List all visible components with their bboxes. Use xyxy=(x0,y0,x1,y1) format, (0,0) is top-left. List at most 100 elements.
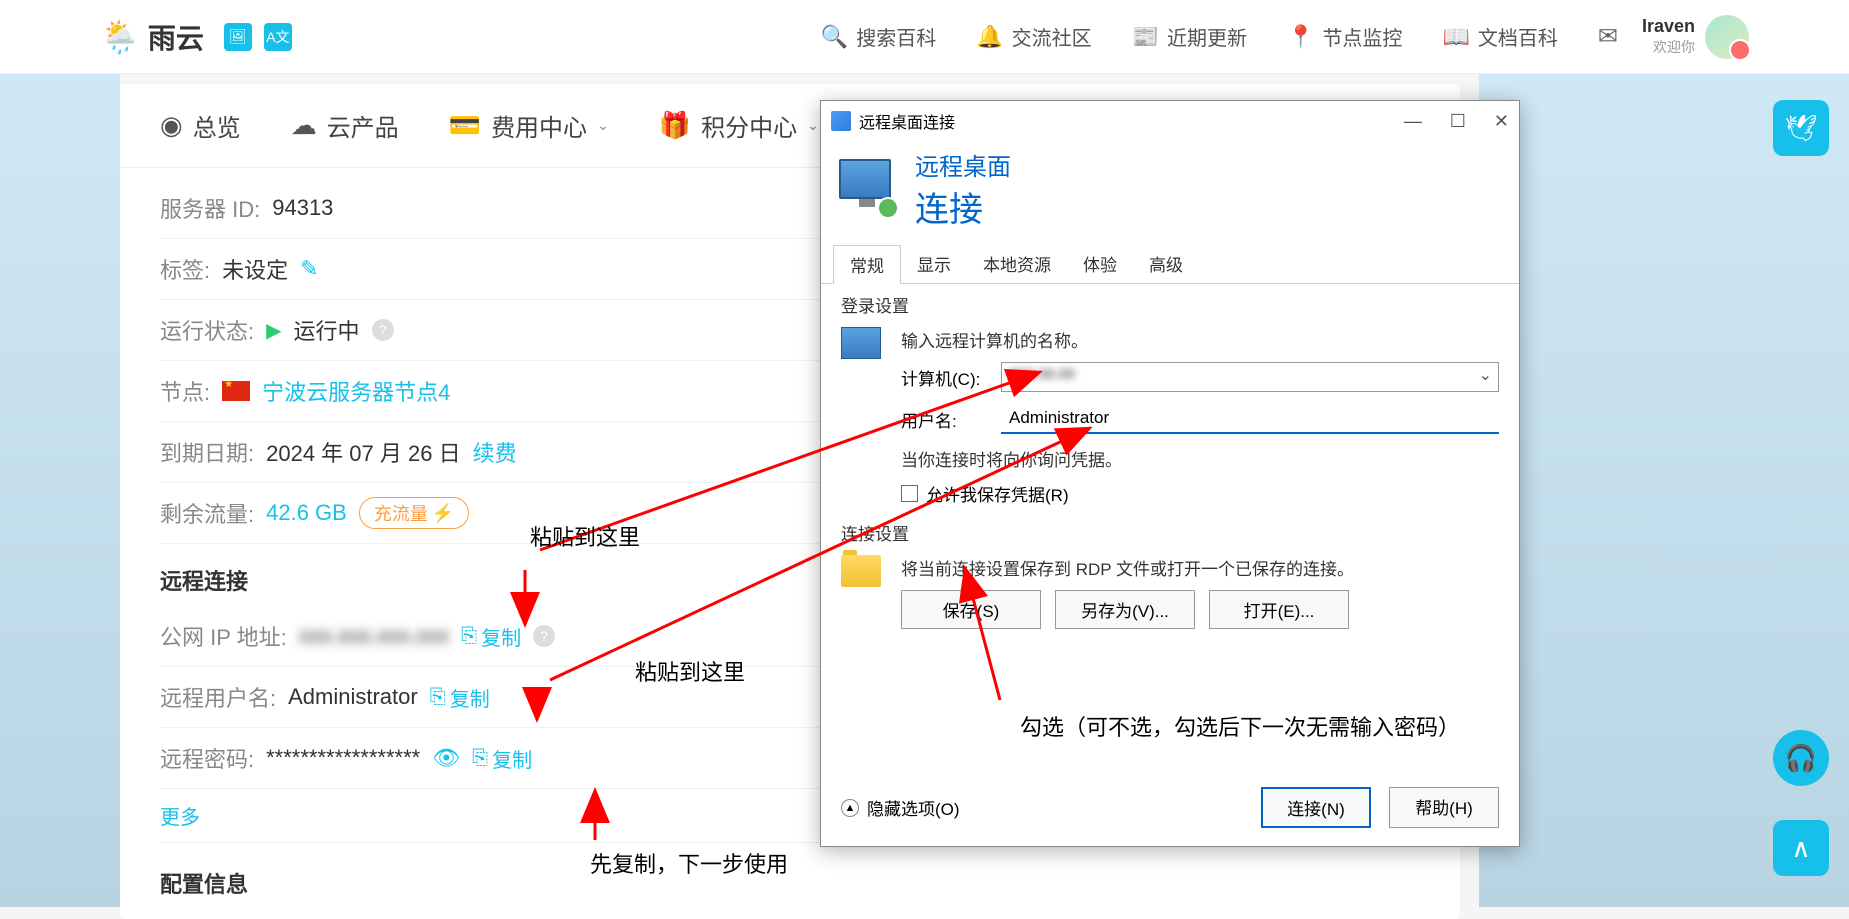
rdp-header: 远程桌面 连接 xyxy=(821,141,1519,245)
float-support-button[interactable]: 🎧 xyxy=(1773,730,1829,786)
mail-icon[interactable]: ✉ xyxy=(1598,22,1618,51)
hide-options-button[interactable]: ▲ 隐藏选项(O) xyxy=(841,795,960,820)
login-hint: 输入远程计算机的名称。 xyxy=(901,327,1499,352)
flag-cn-icon xyxy=(222,381,250,401)
arrow-up-icon: ▲ xyxy=(841,799,859,817)
status-label: 运行状态: xyxy=(160,314,254,346)
chevron-down-icon: ⌄ xyxy=(597,117,609,134)
tab-experience[interactable]: 体验 xyxy=(1067,245,1133,283)
conn-icon xyxy=(841,555,885,599)
avatar[interactable] xyxy=(1705,15,1749,59)
computer-combobox[interactable]: xxx.xx.xx xyxy=(1001,362,1499,392)
lightning-icon: ⚡ xyxy=(432,503,454,524)
save-cred-checkbox[interactable] xyxy=(901,485,918,502)
tag-value: 未设定 xyxy=(222,253,288,285)
chevron-down-icon: ⌄ xyxy=(807,117,819,134)
rdp-title-sub: 连接 xyxy=(915,182,1011,231)
folder-icon xyxy=(841,555,881,587)
rdp-window-title: 远程桌面连接 xyxy=(859,109,955,133)
logo[interactable]: 🌦️ 雨云 xyxy=(100,17,204,57)
copy-ip-button[interactable]: ⎘复制 xyxy=(461,622,521,651)
connection-dot-icon xyxy=(877,197,899,219)
subnav-points-label: 积分中心 xyxy=(701,108,797,143)
subnav-products[interactable]: ☁云产品 xyxy=(291,108,399,143)
ip-label: 公网 IP 地址: xyxy=(160,620,287,652)
float-bird-button[interactable]: 🕊 xyxy=(1773,100,1829,156)
nav-search[interactable]: 🔍搜索百科 xyxy=(821,22,936,51)
subnav-overview[interactable]: ◉ 总览 xyxy=(160,108,241,143)
search-icon: 🔍 xyxy=(821,24,848,50)
bell-icon: 🔔 xyxy=(976,24,1003,50)
maximize-button[interactable]: ☐ xyxy=(1450,111,1466,132)
scroll-top-button[interactable]: ∧ xyxy=(1773,820,1829,876)
conn-hint: 将当前连接设置保存到 RDP 文件或打开一个已保存的连接。 xyxy=(901,555,1499,580)
charge-traffic-button[interactable]: 充流量⚡ xyxy=(359,497,469,529)
user-area[interactable]: Iraven 欢迎你 xyxy=(1642,15,1749,59)
help-button[interactable]: 帮助(H) xyxy=(1389,787,1499,828)
copy-label: 复制 xyxy=(481,622,521,651)
copy-icon: ⎘ xyxy=(430,686,446,709)
eye-icon[interactable]: 👁 xyxy=(432,745,460,771)
renew-link[interactable]: 续费 xyxy=(473,436,517,468)
wallet-icon: 💳 xyxy=(449,110,481,141)
tab-general[interactable]: 常规 xyxy=(833,245,901,284)
copy-pwd-button[interactable]: ⎘复制 xyxy=(472,744,532,773)
translate-icon[interactable]: A文 xyxy=(264,23,292,51)
save-cred-row[interactable]: 允许我保存凭据(R) xyxy=(901,481,1499,506)
nav-wiki[interactable]: 📖文档百科 xyxy=(1442,22,1557,51)
login-icon xyxy=(841,327,885,371)
save-cred-label: 允许我保存凭据(R) xyxy=(926,481,1069,506)
save-button[interactable]: 保存(S) xyxy=(901,590,1041,629)
login-group-title: 登录设置 xyxy=(841,292,1499,317)
user-name: Iraven xyxy=(1642,16,1695,37)
nav-monitor[interactable]: 📍 节点监控 xyxy=(1287,22,1402,51)
subnav-billing[interactable]: 💳费用中心⌄ xyxy=(449,108,609,143)
copy-label: 复制 xyxy=(450,683,490,712)
copy-user-button[interactable]: ⎘复制 xyxy=(430,683,490,712)
copy-label: 复制 xyxy=(492,744,532,773)
remote-user-label: 远程用户名: xyxy=(160,681,276,713)
subnav-overview-label: 总览 xyxy=(193,108,241,143)
news-icon: 📰 xyxy=(1132,24,1159,50)
monitor-icon xyxy=(841,327,881,359)
nav-monitor-label: 节点监控 xyxy=(1322,22,1402,51)
nav-updates[interactable]: 📰 近期更新 xyxy=(1132,22,1247,51)
nav-updates-label: 近期更新 xyxy=(1167,22,1247,51)
help-icon[interactable]: ? xyxy=(372,319,394,341)
close-button[interactable]: ✕ xyxy=(1494,111,1509,132)
edit-icon[interactable]: ✎ xyxy=(300,256,318,282)
tab-display[interactable]: 显示 xyxy=(901,245,967,283)
dashboard-icon: ◉ xyxy=(160,110,183,141)
rdp-titlebar[interactable]: 远程桌面连接 — ☐ ✕ xyxy=(821,101,1519,141)
charge-label: 充流量 xyxy=(374,500,428,526)
server-id-value: 94313 xyxy=(272,195,333,221)
computer-value: xxx.xx.xx xyxy=(1010,365,1075,382)
username-input[interactable] xyxy=(1001,404,1499,434)
connect-button[interactable]: 连接(N) xyxy=(1261,787,1371,828)
footer-buttons: 连接(N) 帮助(H) xyxy=(1261,787,1499,828)
nav-community[interactable]: 🔔交流社区 xyxy=(976,22,1091,51)
help-icon[interactable]: ? xyxy=(533,625,555,647)
rdp-app-icon xyxy=(831,111,851,131)
rdp-big-icon xyxy=(839,159,899,219)
conn-fields: 将当前连接设置保存到 RDP 文件或打开一个已保存的连接。 保存(S) 另存为(… xyxy=(901,555,1499,629)
subnav-products-label: 云产品 xyxy=(327,108,399,143)
saveas-button[interactable]: 另存为(V)... xyxy=(1055,590,1195,629)
config-section-title: 配置信息 xyxy=(160,842,1420,909)
subnav-points[interactable]: 🎁积分中心⌄ xyxy=(659,108,819,143)
tab-advanced[interactable]: 高级 xyxy=(1133,245,1199,283)
open-button[interactable]: 打开(E)... xyxy=(1209,590,1349,629)
logo-text: 雨云 xyxy=(148,17,204,57)
user-welcome: 欢迎你 xyxy=(1642,37,1695,57)
status-value: 运行中 xyxy=(294,314,360,346)
computer-label: 计算机(C): xyxy=(901,365,991,390)
traffic-label: 剩余流量: xyxy=(160,497,254,529)
image-icon[interactable]: 🖼 xyxy=(224,23,252,51)
server-id-label: 服务器 ID: xyxy=(160,192,260,224)
location-icon: 📍 xyxy=(1287,24,1314,50)
node-value[interactable]: 宁波云服务器节点4 xyxy=(262,375,450,407)
minimize-button[interactable]: — xyxy=(1404,111,1422,132)
tab-local[interactable]: 本地资源 xyxy=(967,245,1067,283)
remote-pwd-label: 远程密码: xyxy=(160,742,254,774)
rdp-tabs: 常规 显示 本地资源 体验 高级 xyxy=(821,245,1519,284)
